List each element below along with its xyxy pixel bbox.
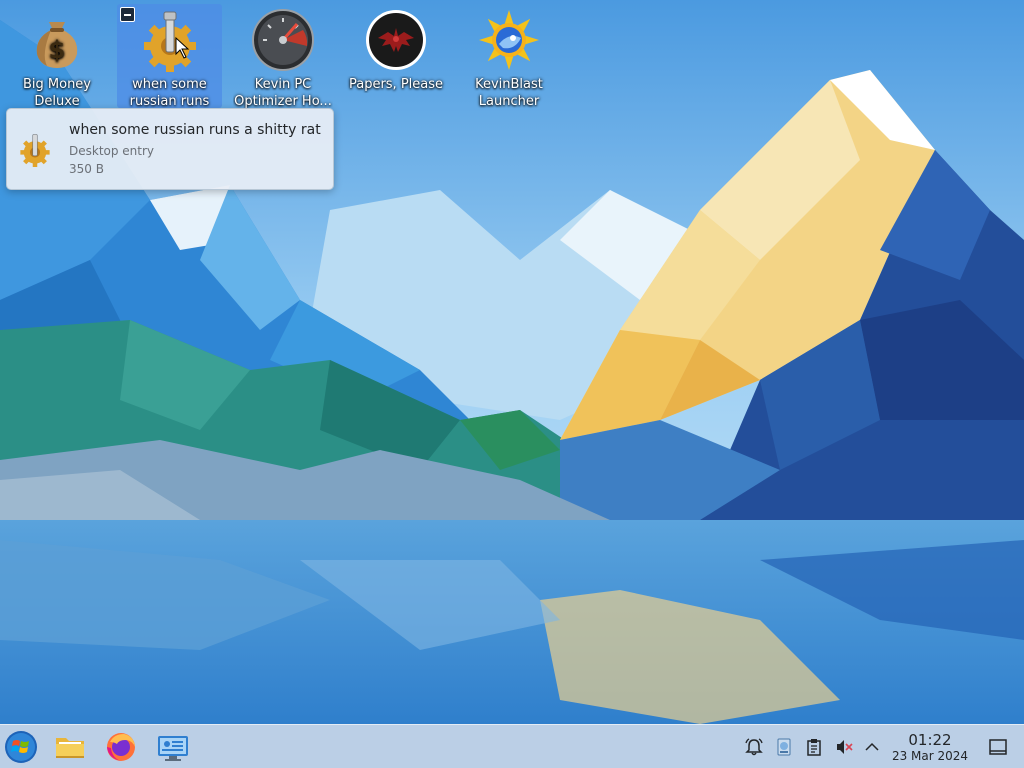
desktop-icon-label: Papers, Please <box>348 77 444 92</box>
desktop-icon-papers-please[interactable]: Papers, Please <box>344 4 448 108</box>
clipboard-button[interactable] <box>804 737 824 757</box>
file-tooltip: when some russian runs a shitty rat Desk… <box>6 108 334 190</box>
firefox-button[interactable] <box>104 730 138 764</box>
system-monitor-icon <box>158 736 188 761</box>
notifications-button[interactable] <box>744 737 764 757</box>
show-desktop-icon <box>989 739 1007 755</box>
bell-icon <box>745 738 763 756</box>
start-menu-button[interactable] <box>4 730 38 764</box>
speedometer-icon <box>251 8 315 72</box>
tooltip-title: when some russian runs a shitty rat <box>69 122 321 138</box>
desktop-icon-big-money-deluxe[interactable]: $ Big Money Deluxe <box>5 4 109 109</box>
gear-wrench-icon <box>17 131 53 167</box>
desktop-icon-label: Big Money Deluxe <box>22 77 91 109</box>
file-manager-button[interactable] <box>53 730 87 764</box>
svg-text:$: $ <box>49 36 66 64</box>
windows-logo-icon <box>5 731 37 763</box>
clock-time: 01:22 <box>908 731 952 749</box>
firefox-icon <box>107 733 135 761</box>
disk-icon <box>777 738 791 756</box>
show-desktop-button[interactable] <box>988 737 1008 757</box>
sun-disc-icon <box>477 8 541 72</box>
eagle-emblem-icon <box>364 8 428 72</box>
tray-expand-button[interactable] <box>862 737 882 757</box>
clock-date: 23 Mar 2024 <box>891 749 969 763</box>
chevron-up-icon <box>865 742 879 751</box>
desktop-icon-label: KevinBlast Launcher <box>475 77 543 109</box>
volume-button[interactable] <box>834 737 854 757</box>
desktop[interactable]: $ Big Money Deluxe when some russian run… <box>0 0 1024 768</box>
speaker-muted-icon <box>837 740 853 754</box>
clipboard-icon <box>807 739 821 756</box>
tooltip-file-size: 350 B <box>69 162 104 176</box>
desktop-icon-kevinblast-launcher[interactable]: KevinBlast Launcher <box>457 4 561 109</box>
desktop-icon-russian-rat[interactable]: when some russian runs a... <box>117 4 222 109</box>
folder-icon <box>56 738 84 758</box>
digital-clock[interactable]: 01:22 23 Mar 2024 <box>888 731 972 764</box>
desktop-icon-kevin-pc-optimizer[interactable]: Kevin PC Optimizer Ho... <box>231 4 335 109</box>
desktop-icon-label: when some russian runs a... <box>129 77 210 109</box>
taskbar: 01:22 23 Mar 2024 <box>0 724 1024 768</box>
desktop-icon-label: Kevin PC Optimizer Ho... <box>234 77 332 109</box>
selection-toggle[interactable] <box>120 7 135 22</box>
system-settings-button[interactable] <box>156 730 190 764</box>
disks-button[interactable] <box>774 737 794 757</box>
money-bag-icon: $ <box>25 8 89 72</box>
tooltip-file-type: Desktop entry <box>69 144 155 158</box>
gear-wrench-icon <box>138 8 202 72</box>
